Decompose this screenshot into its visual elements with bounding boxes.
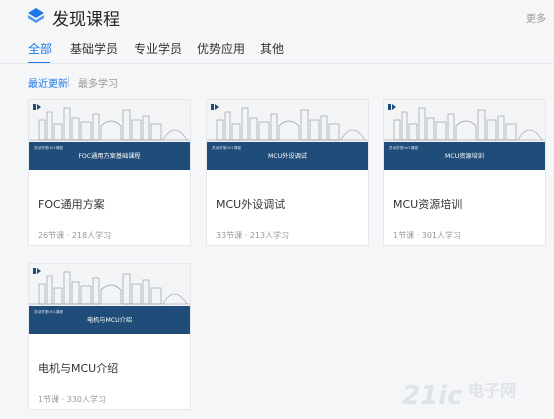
lesson-count: 33节课	[216, 231, 243, 240]
course-card[interactable]: 灵动学堂UV1课程 MCU外设调试 MCU外设调试 33节课 · 213人学习	[206, 99, 369, 246]
banner-series-label: 灵动学堂UV1课程	[389, 145, 418, 150]
lesson-count: 1节课	[393, 231, 415, 240]
sort-divider	[68, 76, 69, 87]
banner-series-label: 灵动学堂UV1课程	[212, 145, 241, 150]
course-logo-icon	[28, 8, 44, 23]
sort-most-studied[interactable]: 最多学习	[78, 75, 118, 90]
site-watermark-logo: 21ic 电子网	[402, 381, 516, 411]
course-card[interactable]: 灵动学堂UV1课程 电机与MCU介绍 电机与MCU介绍 1节课 · 330人学习	[28, 263, 191, 410]
tabs-divider	[0, 63, 554, 64]
course-thumbnail: 灵动学堂UV1课程 FOC通用方案基础课程	[29, 100, 190, 170]
course-thumbnail-illustration: 灵动学堂UV1课程 FOC通用方案基础课程	[29, 100, 190, 170]
tab-basic-students[interactable]: 基础学员	[70, 40, 118, 57]
tab-all[interactable]: 全部	[28, 40, 52, 57]
learner-count: 301人学习	[421, 231, 462, 240]
sort-recent-updated[interactable]: 最近更新	[28, 75, 68, 90]
learner-count: 330人学习	[66, 395, 107, 404]
banner-course-title: 电机与MCU介绍	[87, 316, 132, 324]
page-title: 发现课程	[52, 10, 120, 30]
section-header: 发现课程 更多	[0, 0, 554, 34]
course-meta: 1节课 · 301人学习	[393, 231, 462, 240]
watermark-text-21ic: 21ic	[402, 381, 463, 411]
course-thumbnail: 灵动学堂UV1课程 MCU资源培训	[384, 100, 545, 170]
course-title: FOC通用方案	[38, 198, 105, 211]
course-thumbnail-illustration: 灵动学堂UV1课程 MCU外设调试	[207, 100, 368, 170]
course-title: 电机与MCU介绍	[38, 362, 119, 375]
tab-other[interactable]: 其他	[260, 40, 284, 57]
more-link[interactable]: 更多	[526, 10, 546, 25]
learner-count: 213人学习	[249, 231, 290, 240]
course-thumbnail-illustration: 灵动学堂UV1课程 电机与MCU介绍	[29, 264, 190, 334]
course-thumbnail-illustration: 灵动学堂UV1课程 MCU资源培训	[384, 100, 545, 170]
banner-course-title: MCU外设调试	[268, 152, 307, 160]
course-card[interactable]: 灵动学堂UV1课程 FOC通用方案基础课程 FOC通用方案 26节课 · 218…	[28, 99, 191, 246]
course-meta: 1节课 · 330人学习	[38, 395, 107, 404]
watermark-text-cn: 电子网	[468, 381, 516, 400]
banner-course-title: MCU资源培训	[445, 152, 484, 160]
course-thumbnail: 灵动学堂UV1课程 电机与MCU介绍	[29, 264, 190, 334]
lesson-count: 1节课	[38, 395, 60, 404]
tab-pro-students[interactable]: 专业学员	[134, 40, 182, 57]
tab-advantage-apps[interactable]: 优势应用	[197, 40, 245, 57]
course-title: MCU资源培训	[393, 198, 463, 211]
course-meta: 33节课 · 213人学习	[216, 231, 290, 240]
learner-count: 218人学习	[71, 231, 112, 240]
course-thumbnail: 灵动学堂UV1课程 MCU外设调试	[207, 100, 368, 170]
lesson-count: 26节课	[38, 231, 65, 240]
banner-series-label: 灵动学堂UV1课程	[34, 145, 63, 150]
course-meta: 26节课 · 218人学习	[38, 231, 112, 240]
course-title: MCU外设调试	[216, 198, 286, 211]
banner-course-title: FOC通用方案基础课程	[78, 152, 140, 160]
banner-series-label: 灵动学堂UV1课程	[34, 309, 63, 314]
course-card[interactable]: 灵动学堂UV1课程 MCU资源培训 MCU资源培训 1节课 · 301人学习	[383, 99, 546, 246]
